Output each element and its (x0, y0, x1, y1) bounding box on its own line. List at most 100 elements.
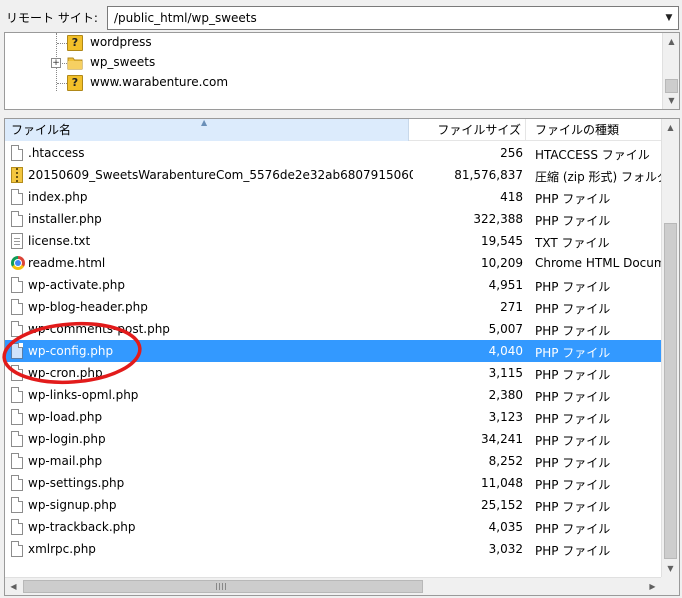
file-size: 418 (500, 190, 523, 204)
file-list-horizontal-scrollbar[interactable]: ◀ ▶ (5, 577, 661, 595)
file-icon (11, 321, 23, 337)
file-icon (11, 145, 23, 161)
tree-item-wordpress[interactable]: ? wordpress (5, 33, 661, 53)
file-name[interactable]: wp-links-opml.php (28, 388, 138, 402)
scroll-left-icon[interactable]: ◀ (5, 578, 22, 595)
file-row[interactable]: readme.html 10,209 Chrome HTML Document (5, 252, 661, 274)
file-name[interactable]: wp-cron.php (28, 366, 103, 380)
file-row[interactable]: wp-signup.php 25,152 PHP ファイル (5, 494, 661, 516)
file-row[interactable]: wp-mail.php 8,252 PHP ファイル (5, 450, 661, 472)
file-row[interactable]: license.txt 19,545 TXT ファイル (5, 230, 661, 252)
file-type: 圧縮 (zip 形式) フォルダー (535, 170, 661, 184)
tree-item-label[interactable]: wordpress (90, 35, 152, 49)
file-size: 25,152 (481, 498, 523, 512)
file-name[interactable]: wp-load.php (28, 410, 102, 424)
file-size: 81,576,837 (454, 168, 523, 182)
remote-directory-tree: ? wordpress + wp_sweets ? www.warabentur… (4, 32, 680, 110)
scroll-right-icon[interactable]: ▶ (644, 578, 661, 595)
file-list-vertical-scrollbar[interactable]: ▲ ▼ (661, 119, 679, 577)
file-row[interactable]: wp-blog-header.php 271 PHP ファイル (5, 296, 661, 318)
scroll-up-icon[interactable]: ▲ (662, 119, 679, 136)
file-name[interactable]: wp-config.php (28, 344, 113, 358)
scroll-down-icon[interactable]: ▼ (662, 560, 679, 577)
file-name[interactable]: .htaccess (28, 146, 85, 160)
tree-item-warabenture[interactable]: ? www.warabenture.com (5, 73, 661, 93)
file-list-header: ▲ ファイル名 ファイルサイズ ファイルの種類 (5, 119, 661, 141)
remote-site-bar: リモート サイト: /public_html/wp_sweets ▼ (0, 0, 682, 34)
tree-vertical-scrollbar[interactable]: ▲ ▼ (662, 33, 679, 109)
file-size: 8,252 (488, 454, 523, 468)
remote-path-value[interactable]: /public_html/wp_sweets (114, 11, 257, 25)
file-size: 3,032 (488, 542, 523, 556)
file-icon (11, 453, 23, 469)
file-row[interactable]: wp-comments-post.php 5,007 PHP ファイル (5, 318, 661, 340)
file-name[interactable]: readme.html (28, 256, 105, 270)
file-icon (11, 189, 23, 205)
file-size: 10,209 (481, 256, 523, 270)
scrollbar-thumb[interactable] (665, 79, 678, 93)
column-header-size[interactable]: ファイルサイズ (410, 119, 526, 141)
file-type: HTACCESS ファイル (535, 148, 650, 162)
scrollbar-thumb[interactable] (23, 580, 423, 593)
file-name[interactable]: wp-activate.php (28, 278, 125, 292)
file-name[interactable]: xmlrpc.php (28, 542, 96, 556)
file-size: 19,545 (481, 234, 523, 248)
file-size: 4,035 (488, 520, 523, 534)
file-name[interactable]: license.txt (28, 234, 90, 248)
file-row[interactable]: wp-activate.php 4,951 PHP ファイル (5, 274, 661, 296)
scroll-down-icon[interactable]: ▼ (663, 92, 679, 109)
file-row[interactable]: wp-settings.php 11,048 PHP ファイル (5, 472, 661, 494)
file-row[interactable]: installer.php 322,388 PHP ファイル (5, 208, 661, 230)
file-row[interactable]: xmlrpc.php 3,032 PHP ファイル (5, 538, 661, 560)
file-row[interactable]: .htaccess 256 HTACCESS ファイル (5, 142, 661, 164)
scrollbar-thumb[interactable] (664, 223, 677, 559)
tree-item-label[interactable]: wp_sweets (90, 55, 155, 69)
file-type: PHP ファイル (535, 412, 611, 426)
file-type: TXT ファイル (535, 236, 610, 250)
file-name[interactable]: wp-login.php (28, 432, 106, 446)
file-row[interactable]: wp-cron.php 3,115 PHP ファイル (5, 362, 661, 384)
question-icon: ? (67, 35, 83, 51)
zip-icon (11, 167, 23, 183)
tree-item-label[interactable]: www.warabenture.com (90, 75, 228, 89)
file-row[interactable]: index.php 418 PHP ファイル (5, 186, 661, 208)
file-name[interactable]: installer.php (28, 212, 102, 226)
expand-icon[interactable]: + (51, 58, 61, 68)
file-type: PHP ファイル (535, 192, 611, 206)
file-name[interactable]: wp-trackback.php (28, 520, 135, 534)
question-icon: ? (67, 75, 83, 91)
chevron-down-icon[interactable]: ▼ (662, 8, 676, 28)
file-name[interactable]: wp-settings.php (28, 476, 124, 490)
file-size: 34,241 (481, 432, 523, 446)
file-row[interactable]: wp-login.php 34,241 PHP ファイル (5, 428, 661, 450)
file-name[interactable]: wp-blog-header.php (28, 300, 148, 314)
file-name[interactable]: 20150609_SweetsWarabentureCom_5576de2e32… (28, 168, 413, 182)
file-row[interactable]: 20150609_SweetsWarabentureCom_5576de2e32… (5, 164, 661, 186)
file-row[interactable]: wp-links-opml.php 2,380 PHP ファイル (5, 384, 661, 406)
file-size: 256 (500, 146, 523, 160)
remote-site-label: リモート サイト: (6, 11, 98, 25)
tree-item-wp-sweets[interactable]: + wp_sweets (5, 53, 661, 73)
column-header-type[interactable]: ファイルの種類 (529, 119, 669, 141)
file-type: PHP ファイル (535, 478, 611, 492)
file-icon (11, 497, 23, 513)
remote-path-combobox[interactable]: /public_html/wp_sweets ▼ (107, 6, 679, 30)
file-type: Chrome HTML Document (535, 256, 661, 270)
file-icon (11, 475, 23, 491)
file-row[interactable]: wp-trackback.php 4,035 PHP ファイル (5, 516, 661, 538)
file-row[interactable]: wp-load.php 3,123 PHP ファイル (5, 406, 661, 428)
file-type: PHP ファイル (535, 434, 611, 448)
sort-ascending-icon: ▲ (201, 118, 208, 127)
file-row[interactable]: wp-config.php 4,040 PHP ファイル (5, 340, 661, 362)
file-size: 3,123 (488, 410, 523, 424)
file-icon (11, 541, 23, 557)
column-header-name[interactable]: ▲ ファイル名 (5, 119, 409, 141)
file-name[interactable]: wp-comments-post.php (28, 322, 170, 336)
scroll-up-icon[interactable]: ▲ (663, 33, 679, 50)
file-type: PHP ファイル (535, 214, 611, 228)
file-icon (11, 211, 23, 227)
file-name[interactable]: index.php (28, 190, 87, 204)
file-size: 4,951 (488, 278, 523, 292)
file-name[interactable]: wp-signup.php (28, 498, 116, 512)
file-name[interactable]: wp-mail.php (28, 454, 102, 468)
